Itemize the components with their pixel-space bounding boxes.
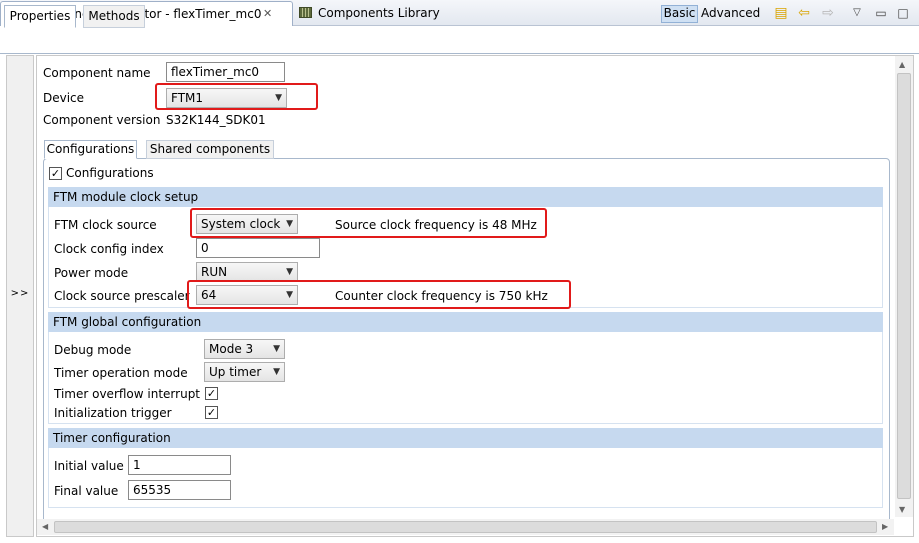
chevron-down-icon: ▼: [273, 344, 280, 354]
component-name-label: Component name: [43, 66, 151, 80]
expand-panel-button[interactable]: >>: [6, 288, 34, 299]
timer-overflow-interrupt-label: Timer overflow interrupt: [54, 387, 201, 401]
chevron-down-icon: ▼: [286, 267, 293, 277]
tab-properties[interactable]: Properties: [4, 5, 76, 28]
new-note-icon[interactable]: ▤: [772, 4, 790, 22]
scroll-right-icon[interactable]: ▶: [882, 522, 888, 531]
configurations-checkbox[interactable]: ✓: [49, 167, 62, 180]
ftm-clock-source-label: FTM clock source: [54, 218, 157, 232]
power-mode-value: RUN: [201, 265, 228, 279]
tab-configurations[interactable]: Configurations: [44, 140, 137, 159]
power-mode-select[interactable]: RUN ▼: [196, 262, 298, 282]
advanced-view-button[interactable]: Advanced: [701, 5, 760, 21]
tab-components-library-label: Components Library: [318, 6, 440, 20]
debug-mode-select[interactable]: Mode 3 ▼: [204, 339, 285, 359]
vertical-scrollbar-thumb[interactable]: [897, 73, 911, 499]
component-version-label: Component version: [43, 113, 161, 127]
device-label: Device: [43, 91, 85, 105]
timer-overflow-interrupt-checkbox[interactable]: ✓: [205, 387, 218, 400]
chevron-down-icon: ▼: [273, 367, 280, 377]
scroll-down-icon[interactable]: ▼: [899, 505, 905, 514]
clock-config-index-field[interactable]: 0: [196, 238, 320, 258]
power-mode-label: Power mode: [54, 266, 129, 280]
tab-methods[interactable]: Methods: [83, 5, 145, 28]
timer-operation-mode-select[interactable]: Up timer ▼: [204, 362, 285, 382]
component-name-field[interactable]: flexTimer_mc0: [166, 62, 285, 82]
timer-operation-mode-value: Up timer: [209, 365, 262, 379]
section-header-timer-config: Timer configuration: [48, 428, 883, 448]
configurations-checkbox-label: Configurations: [66, 166, 154, 180]
debug-mode-label: Debug mode: [54, 343, 132, 357]
initial-value-field[interactable]: 1: [128, 455, 231, 475]
back-arrow-icon[interactable]: ⇦: [795, 4, 813, 22]
highlight-box-prescaler: [187, 280, 571, 309]
properties-tab-bar: [0, 26, 919, 54]
initialization-trigger-checkbox[interactable]: ✓: [205, 406, 218, 419]
final-value-field[interactable]: 65535: [128, 480, 231, 500]
clock-config-index-label: Clock config index: [54, 242, 164, 256]
horizontal-scrollbar-thumb[interactable]: [54, 521, 877, 533]
component-version-value: S32K144_SDK01: [166, 113, 266, 127]
debug-mode-value: Mode 3: [209, 342, 254, 356]
initial-value-label: Initial value: [54, 459, 124, 473]
basic-view-button[interactable]: Basic: [661, 5, 698, 23]
tab-components-library[interactable]: Components Library: [294, 1, 440, 26]
final-value-label: Final value: [54, 484, 119, 498]
initialization-trigger-label: Initialization trigger: [54, 406, 172, 420]
scroll-up-icon[interactable]: ▲: [899, 60, 905, 69]
component-chip-icon: [299, 7, 312, 18]
scroll-left-icon[interactable]: ◀: [42, 522, 48, 531]
highlight-box-clock-source: [190, 208, 547, 238]
tab-shared-components[interactable]: Shared components: [146, 140, 274, 159]
timer-operation-mode-label: Timer operation mode: [54, 366, 188, 380]
highlight-box-device: [155, 83, 318, 110]
section-header-clock-setup: FTM module clock setup: [48, 187, 883, 207]
close-icon[interactable]: ✕: [263, 3, 272, 25]
forward-arrow-icon[interactable]: ⇨: [819, 4, 837, 22]
minimize-icon[interactable]: ▭: [872, 4, 890, 22]
maximize-icon[interactable]: □: [894, 4, 912, 22]
clock-source-prescaler-label: Clock source prescaler: [54, 289, 190, 303]
section-header-global-config: FTM global configuration: [48, 312, 883, 332]
view-menu-icon[interactable]: ▽: [848, 4, 866, 22]
